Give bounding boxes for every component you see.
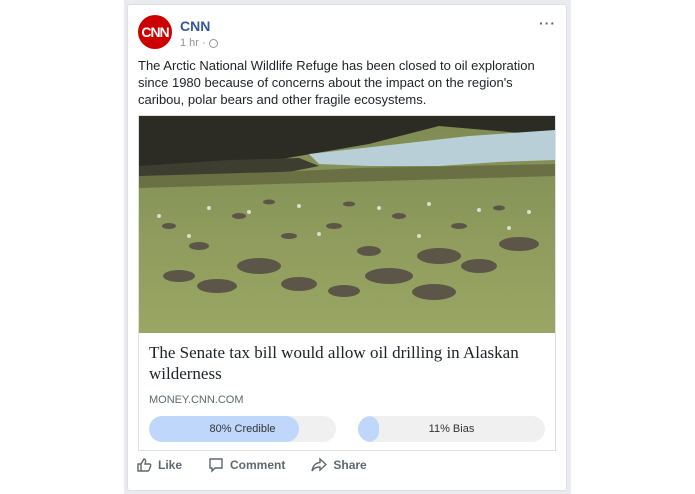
caribou-herd-image (139, 116, 555, 333)
post-actions: Like Comment Share (136, 457, 367, 473)
post-header: CNN CNN 1 hr · ··· (138, 15, 556, 55)
page-name-link[interactable]: CNN (180, 18, 210, 34)
post-meta: 1 hr · (180, 37, 218, 49)
like-button[interactable]: Like (136, 457, 182, 473)
more-options-button[interactable]: ··· (539, 15, 556, 31)
post-text: The Arctic National Wildlife Refuge has … (138, 58, 535, 107)
bias-label: 11% Bias (428, 423, 475, 435)
credibility-label: 80% Credible (209, 423, 276, 435)
avatar[interactable]: CNN (138, 15, 172, 49)
like-label: Like (158, 458, 183, 472)
credibility-meter[interactable]: 80% Credible (149, 416, 336, 442)
comment-button[interactable]: Comment (208, 457, 285, 473)
post-card: CNN CNN 1 hr · ··· The Arctic National W… (127, 4, 567, 491)
comment-label: Comment (230, 458, 286, 472)
comment-icon (209, 458, 223, 473)
meta-separator: · (201, 37, 206, 49)
link-preview-image[interactable] (139, 116, 555, 333)
link-title[interactable]: The Senate tax bill would allow oil dril… (149, 342, 545, 384)
thumbs-up-icon (137, 458, 152, 472)
bias-meter[interactable]: 11% Bias (358, 416, 545, 442)
share-icon (311, 457, 328, 472)
share-label: Share (333, 458, 367, 472)
share-button[interactable]: Share (311, 457, 367, 473)
link-preview[interactable]: The Senate tax bill would allow oil dril… (138, 115, 556, 451)
link-domain: MONEY.CNN.COM (149, 394, 244, 406)
post-time[interactable]: 1 hr (180, 37, 199, 49)
globe-icon (208, 38, 218, 48)
